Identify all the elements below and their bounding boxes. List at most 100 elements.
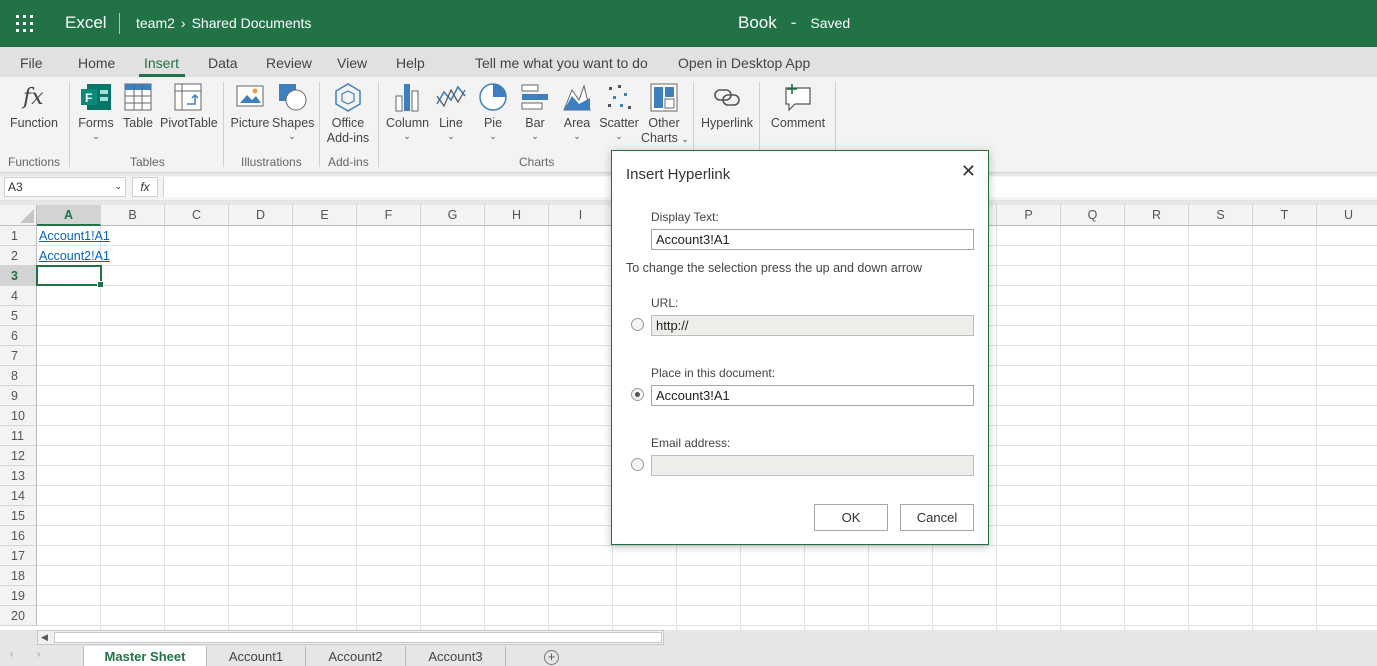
document-name[interactable]: Book [738,13,777,33]
sheet-tab-account3[interactable]: Account3 [406,646,506,666]
row-header[interactable]: 15 [0,506,37,526]
row-header[interactable]: 16 [0,526,37,546]
sheet-tab-account1[interactable]: Account1 [207,646,306,666]
url-input[interactable] [651,315,974,336]
grid-column-line [1316,226,1317,630]
tab-view[interactable]: View [337,55,367,71]
row-header[interactable]: 7 [0,346,37,366]
open-in-desktop-app[interactable]: Open in Desktop App [678,55,810,71]
row-header[interactable]: 9 [0,386,37,406]
bar-chart-button[interactable]: Bar ⌄ [518,82,552,141]
tab-review[interactable]: Review [266,55,312,71]
row-header[interactable]: 6 [0,326,37,346]
pivottable-button[interactable]: PivotTable [160,82,218,131]
shapes-button[interactable]: Shapes ⌄ [272,82,314,141]
picture-button[interactable]: Picture [230,82,270,131]
column-header[interactable]: P [997,205,1061,226]
row-header[interactable]: 11 [0,426,37,446]
tab-insert[interactable]: Insert [144,55,179,71]
column-header[interactable]: T [1253,205,1317,226]
url-radio[interactable] [631,318,644,331]
row-header[interactable]: 5 [0,306,37,326]
table-button[interactable]: Table [121,82,155,131]
place-in-document-input[interactable] [651,385,974,406]
pie-chart-button[interactable]: Pie ⌄ [476,82,510,141]
column-chart-button[interactable]: Column ⌄ [386,82,429,141]
other-charts-label: Charts [641,131,678,145]
row-header[interactable]: 4 [0,286,37,306]
sheet-tab-master-sheet[interactable]: Master Sheet [83,646,207,666]
column-header[interactable]: U [1317,205,1377,226]
app-launcher-icon[interactable] [16,15,33,32]
breadcrumb-folder[interactable]: Shared Documents [192,15,312,31]
column-header[interactable]: S [1189,205,1253,226]
office-addins-button[interactable]: Office Add-ins [325,82,371,146]
grid-column-line [420,226,421,630]
column-header[interactable]: I [549,205,613,226]
column-header[interactable]: Q [1061,205,1125,226]
column-header[interactable]: C [165,205,229,226]
cell-hyperlink-a2[interactable]: Account2!A1 [39,249,110,263]
row-header[interactable]: 12 [0,446,37,466]
area-chart-button[interactable]: Area ⌄ [560,82,594,141]
insert-function-button[interactable]: fx [132,177,158,197]
sheet-tab-account2[interactable]: Account2 [306,646,406,666]
hyperlink-button[interactable]: Hyperlink [700,82,754,131]
grid-column-line [996,226,997,630]
column-header[interactable]: B [101,205,165,226]
add-sheet-icon[interactable]: + [544,650,559,665]
other-charts-button[interactable]: Other Charts ⌄ [641,82,689,147]
line-chart-button[interactable]: Line ⌄ [434,82,468,141]
tab-help[interactable]: Help [396,55,425,71]
scatter-chart-button[interactable]: Scatter ⌄ [599,82,639,141]
cancel-button[interactable]: Cancel [900,504,974,531]
row-header[interactable]: 20 [0,606,37,626]
row-header[interactable]: 13 [0,466,37,486]
column-header[interactable]: R [1125,205,1189,226]
row-header[interactable]: 18 [0,566,37,586]
horizontal-scrollbar[interactable]: ◀ [37,630,664,645]
column-header[interactable]: F [357,205,421,226]
email-radio[interactable] [631,458,644,471]
sheet-prev-icon[interactable]: ‹ [10,649,13,660]
sheet-next-icon[interactable]: › [37,649,40,660]
breadcrumb-team[interactable]: team2 [136,15,175,31]
cell-hyperlink-a1[interactable]: Account1!A1 [39,229,110,243]
row-header[interactable]: 17 [0,546,37,566]
chevron-down-icon[interactable]: ⌄ [114,181,122,192]
bar-chart-icon [521,84,548,110]
row-header[interactable]: 3 [0,266,37,286]
column-header[interactable]: D [229,205,293,226]
chevron-down-icon: ⌄ [573,131,581,141]
tell-me-search[interactable]: Tell me what you want to do [475,55,648,71]
tab-home[interactable]: Home [78,55,115,71]
scrollbar-thumb[interactable] [54,632,662,643]
ok-button[interactable]: OK [814,504,888,531]
column-header[interactable]: H [485,205,549,226]
name-box[interactable]: A3 ⌄ [4,177,126,197]
row-header[interactable]: 2 [0,246,37,266]
title-dash: - [790,13,797,32]
row-header[interactable]: 19 [0,586,37,606]
active-cell-a3[interactable] [36,265,104,288]
forms-button[interactable]: F Forms ⌄ [78,82,114,141]
close-icon[interactable]: ✕ [961,161,976,182]
row-header[interactable]: 10 [0,406,37,426]
column-header[interactable]: G [421,205,485,226]
tab-file[interactable]: File [20,55,43,71]
column-header[interactable]: A [37,205,101,226]
place-in-document-radio[interactable] [631,388,644,401]
grid-row-line [37,625,1377,626]
select-all-corner[interactable] [0,205,37,226]
function-button[interactable]: fx Function [10,82,58,131]
app-name[interactable]: Excel [65,13,107,33]
row-header[interactable]: 1 [0,226,37,246]
email-address-input[interactable] [651,455,974,476]
tab-data[interactable]: Data [208,55,238,71]
row-header[interactable]: 8 [0,366,37,386]
comment-button[interactable]: Comment [770,82,826,131]
row-header[interactable]: 14 [0,486,37,506]
column-header[interactable]: E [293,205,357,226]
scroll-left-icon[interactable]: ◀ [41,632,48,643]
display-text-input[interactable] [651,229,974,250]
